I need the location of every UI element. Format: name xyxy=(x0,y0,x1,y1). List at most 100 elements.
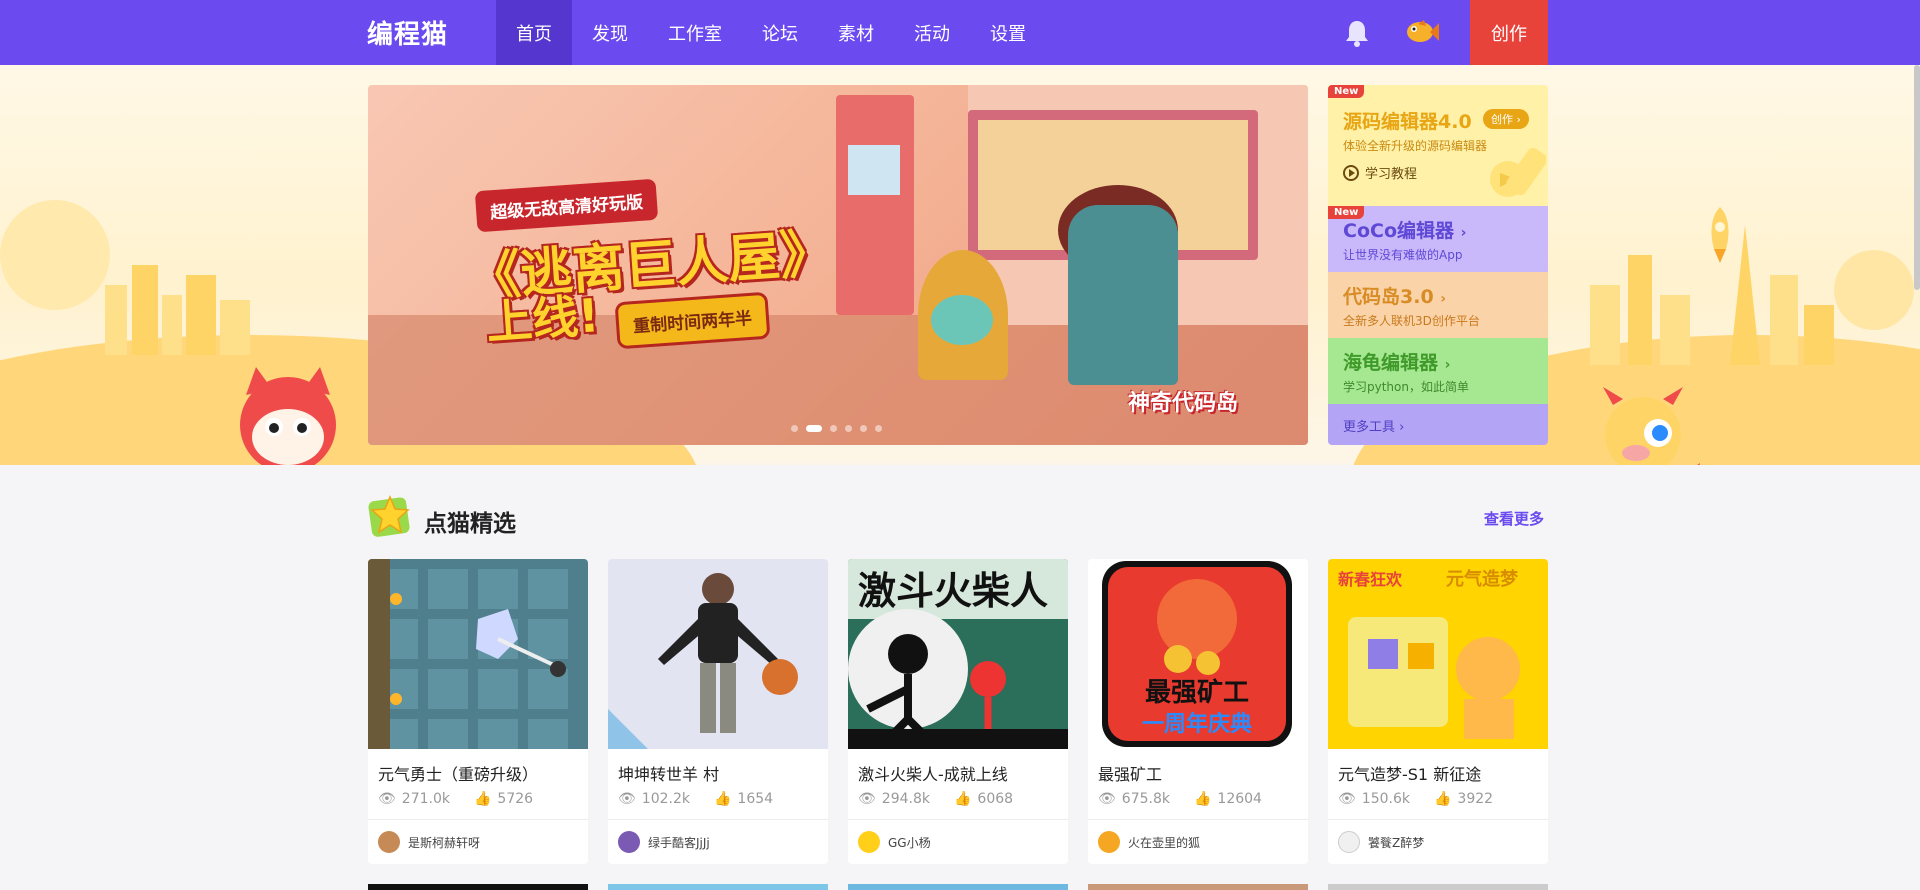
city-skyline-left xyxy=(105,265,250,355)
project-thumbnail[interactable]: 最强矿工 一周年庆典 xyxy=(1088,559,1308,749)
project-stats: 👁 675.8k 👍 12604 xyxy=(1098,791,1262,807)
eye-icon: 👁 xyxy=(858,791,876,807)
nav-item-materials[interactable]: 素材 xyxy=(818,0,894,65)
thumb-text: 激斗火柴人 xyxy=(858,569,1048,613)
featured-card-list: 元气勇士（重磅升级） 👁 271.0k 👍 5726 是斯柯赫轩呀 坤坤转世羊 村 … xyxy=(368,559,1548,864)
thumb-text: 最强矿工 xyxy=(1145,677,1249,708)
project-stats: 👁 271.0k 👍 5726 xyxy=(378,791,534,807)
project-title[interactable]: 最强矿工 xyxy=(1098,761,1162,785)
project-thumbnail[interactable] xyxy=(368,559,588,749)
project-title[interactable]: 激斗火柴人-成就上线 xyxy=(858,761,1008,785)
nav-item-forum[interactable]: 论坛 xyxy=(742,0,818,65)
nav-menu: 首页 发现 工作室 论坛 素材 活动 设置 xyxy=(496,0,1046,65)
project-author[interactable]: 绿手酷客JjJj xyxy=(618,831,710,853)
carousel-dot[interactable] xyxy=(875,425,882,432)
project-author[interactable]: 火在壶里的狐 xyxy=(1098,831,1200,853)
project-title[interactable]: 元气造梦-S1 新征途 xyxy=(1338,761,1481,785)
eye-icon: 👁 xyxy=(1098,791,1116,807)
project-author[interactable]: GG小杨 xyxy=(858,831,931,853)
eye-icon: 👁 xyxy=(618,791,636,807)
tool-name: 代码岛3.0 › xyxy=(1343,286,1447,308)
mascot-cow-right xyxy=(1603,387,1700,465)
project-stats: 👁 102.2k 👍 1654 xyxy=(618,791,774,807)
avatar xyxy=(1098,831,1120,853)
scrollbar[interactable] xyxy=(1914,65,1920,290)
fish-avatar-icon[interactable] xyxy=(1404,18,1440,46)
thumbs-up-icon: 👍 xyxy=(1193,791,1212,807)
learn-tutorial-link[interactable]: 学习教程 xyxy=(1343,163,1417,182)
carousel-dot[interactable] xyxy=(791,425,798,432)
project-card[interactable]: 最强矿工 一周年庆典 最强矿工 👁 675.8k 👍 12604 火在壶里的狐 xyxy=(1088,559,1308,864)
mascot-cat-left xyxy=(240,367,336,465)
tool-panel: New 源码编辑器4.0 创作 › 体验全新升级的源码编辑器 学习教程 New … xyxy=(1328,85,1548,445)
project-thumbnail[interactable] xyxy=(608,559,828,749)
tool-desc: 让世界没有难做的App xyxy=(1343,248,1463,262)
thumbs-up-icon: 👍 xyxy=(473,791,492,807)
decor-moon xyxy=(1834,250,1914,330)
project-card[interactable]: 新春狂欢 元气造梦 元气造梦-S1 新征途 👁 150.6k 👍 3922 饕餮Z醉… xyxy=(1328,559,1548,864)
avatar xyxy=(1338,831,1360,853)
project-author[interactable]: 饕餮Z醉梦 xyxy=(1338,831,1424,853)
more-tools-link[interactable]: 更多工具 › xyxy=(1328,404,1548,445)
see-more-link[interactable]: 查看更多 xyxy=(1484,508,1544,529)
avatar xyxy=(618,831,640,853)
avatar xyxy=(858,831,880,853)
section-title: 点猫精选 xyxy=(424,511,516,537)
tool-name: 海龟编辑器 › xyxy=(1343,352,1451,374)
banner-title-line2: 上线! xyxy=(484,288,601,350)
new-badge: New xyxy=(1328,206,1365,219)
tool-desc: 学习python，如此简单 xyxy=(1343,380,1469,394)
tool-card-coco[interactable]: New CoCo编辑器 › 让世界没有难做的App xyxy=(1328,206,1548,272)
create-button[interactable]: 创作 xyxy=(1470,0,1548,65)
carousel-dot[interactable] xyxy=(860,425,867,432)
star-section-icon xyxy=(368,495,410,537)
decor-sun xyxy=(0,200,110,310)
thumb-text: 一周年庆典 xyxy=(1142,711,1252,737)
create-chip-button[interactable]: 创作 › xyxy=(1483,109,1529,129)
project-title[interactable]: 元气勇士（重磅升级） xyxy=(378,761,538,785)
nav-item-discover[interactable]: 发现 xyxy=(572,0,648,65)
carousel-dot[interactable] xyxy=(845,425,852,432)
tool-card-source-editor[interactable]: New 源码编辑器4.0 创作 › 体验全新升级的源码编辑器 学习教程 xyxy=(1328,85,1548,206)
carousel-dot[interactable] xyxy=(830,425,837,432)
nav-item-settings[interactable]: 设置 xyxy=(970,0,1046,65)
thumb-text: 新春狂欢 xyxy=(1338,570,1403,589)
banner-carousel[interactable]: 超级无敌高清好玩版 《逃离巨人屋》 上线! 重制时间两年半 神奇代码岛 xyxy=(368,85,1308,445)
thumbs-up-icon: 👍 xyxy=(953,791,972,807)
tool-name: 源码编辑器4.0 xyxy=(1343,111,1472,133)
new-badge: New xyxy=(1328,85,1365,98)
banner-character-boy xyxy=(1068,205,1178,385)
project-author[interactable]: 是斯柯赫轩呀 xyxy=(378,831,480,853)
project-stats: 👁 150.6k 👍 3922 xyxy=(1338,791,1494,807)
project-thumbnail[interactable]: 新春狂欢 元气造梦 xyxy=(1328,559,1548,749)
scroll-deco-icon xyxy=(1490,147,1546,197)
thumbs-up-icon: 👍 xyxy=(1433,791,1452,807)
thumb-text: 元气造梦 xyxy=(1446,568,1519,590)
project-card[interactable]: 激斗火柴人 激斗火柴人-成就上线 👁 294.8k 👍 6068 GG小杨 xyxy=(848,559,1068,864)
project-card[interactable]: 元气勇士（重磅升级） 👁 271.0k 👍 5726 是斯柯赫轩呀 xyxy=(368,559,588,864)
nav-item-home[interactable]: 首页 xyxy=(496,0,572,65)
project-thumbnail[interactable]: 激斗火柴人 xyxy=(848,559,1068,749)
project-card[interactable]: 坤坤转世羊 村 👁 102.2k 👍 1654 绿手酷客JjJj xyxy=(608,559,828,864)
avatar xyxy=(378,831,400,853)
top-nav: 编程猫 首页 发现 工作室 论坛 素材 活动 设置 创作 xyxy=(0,0,1920,65)
project-title[interactable]: 坤坤转世羊 村 xyxy=(618,761,719,785)
project-stats: 👁 294.8k 👍 6068 xyxy=(858,791,1014,807)
carousel-dots xyxy=(791,425,882,432)
logo[interactable]: 编程猫 xyxy=(367,14,448,51)
bell-icon[interactable] xyxy=(1344,19,1370,47)
nav-item-events[interactable]: 活动 xyxy=(894,0,970,65)
eye-icon: 👁 xyxy=(378,791,396,807)
rocket-icon xyxy=(1711,207,1729,263)
eye-icon: 👁 xyxy=(1338,791,1356,807)
nav-item-studio[interactable]: 工作室 xyxy=(648,0,742,65)
tool-card-code-island[interactable]: 代码岛3.0 › 全新多人联机3D创作平台 xyxy=(1328,272,1548,338)
thumbs-up-icon: 👍 xyxy=(713,791,732,807)
tool-desc: 体验全新升级的源码编辑器 xyxy=(1343,139,1488,153)
play-icon xyxy=(1343,164,1359,181)
tool-desc: 全新多人联机3D创作平台 xyxy=(1343,314,1480,328)
tool-card-turtle[interactable]: 海龟编辑器 › 学习python，如此简单 xyxy=(1328,338,1548,404)
next-row-peek xyxy=(368,884,1548,890)
carousel-dot-active[interactable] xyxy=(806,425,822,432)
banner-brand-logo: 神奇代码岛 xyxy=(1128,391,1239,416)
